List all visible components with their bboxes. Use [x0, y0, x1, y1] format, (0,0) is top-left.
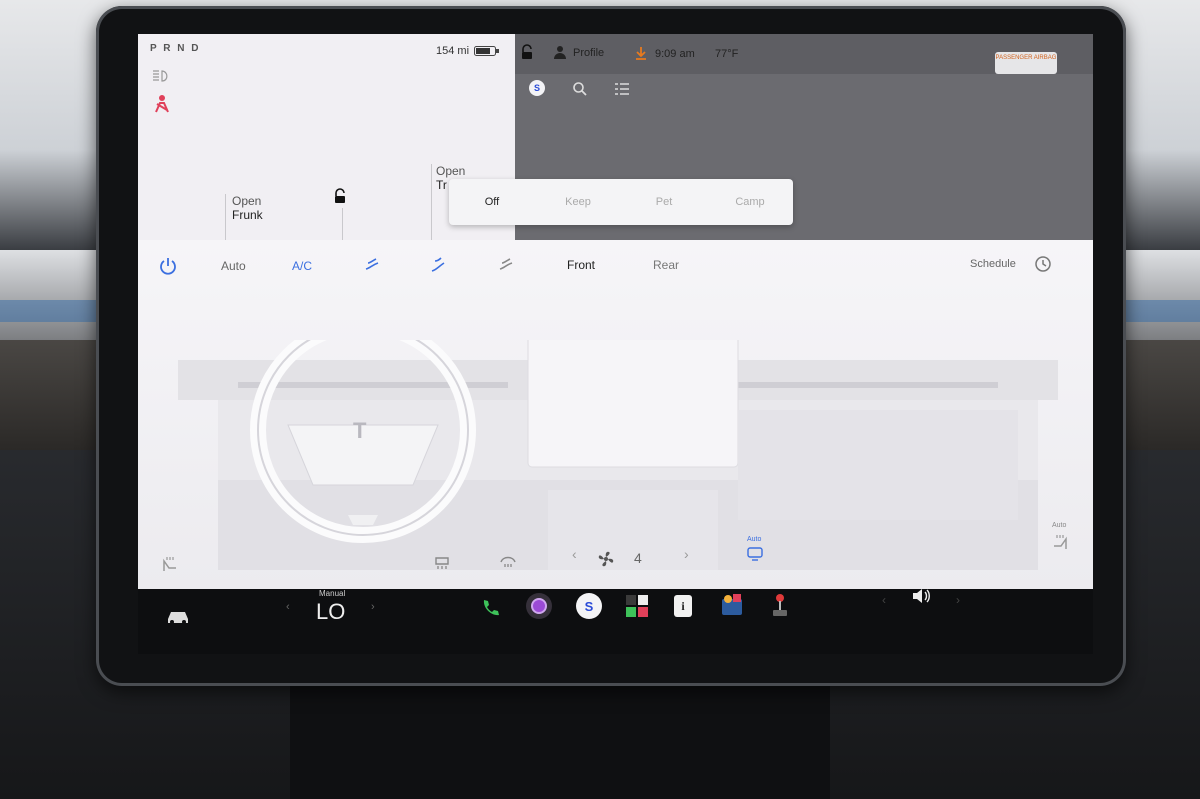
passenger-airbag-badge: PASSENGER AIRBAG	[995, 52, 1057, 74]
spotify-app-icon[interactable]: S	[576, 593, 602, 619]
lock-icon[interactable]	[332, 188, 348, 204]
fan-level: 4	[634, 550, 642, 566]
clock-icon[interactable]	[1034, 255, 1052, 273]
profile-label[interactable]: Profile	[573, 47, 604, 59]
volume-increase-chevron[interactable]: ›	[956, 593, 960, 607]
mode-keep-button[interactable]: Keep	[535, 179, 621, 225]
trunk-label[interactable]: Tr	[436, 178, 447, 192]
headlights-icon	[150, 68, 172, 84]
taskbar: ‹ Manual LO › S i ‹ ›	[138, 589, 1093, 654]
ac-button[interactable]: A/C	[292, 259, 312, 273]
status-bar: Profile 9:09 am 77°F PASSENGER AIRBAG	[515, 34, 1093, 74]
temp-increase-chevron[interactable]: ›	[371, 601, 375, 613]
seat-heater-right-icon[interactable]	[1050, 532, 1070, 552]
car-icon[interactable]	[164, 605, 192, 627]
temp-decrease-chevron[interactable]: ‹	[286, 601, 290, 613]
schedule-button[interactable]: Schedule	[970, 258, 1016, 270]
arcade-app-icon[interactable]	[766, 591, 794, 619]
svg-text:T: T	[353, 418, 367, 443]
mode-off-button[interactable]: Off	[449, 179, 535, 225]
download-icon[interactable]	[635, 46, 647, 60]
toybox-app-icon[interactable]	[718, 591, 746, 619]
climate-panel: Auto A/C Front Rear Schedule T ‹ 4 › Aut…	[138, 240, 1093, 589]
climate-mode-popup: Off Keep Pet Camp	[449, 179, 793, 225]
manual-app-icon[interactable]: i	[670, 593, 696, 619]
profile-icon[interactable]	[553, 44, 567, 60]
volume-icon[interactable]	[909, 585, 933, 607]
front-defrost-icon[interactable]	[498, 550, 518, 570]
rear-tab[interactable]: Rear	[653, 258, 679, 272]
camera-icon[interactable]	[526, 593, 552, 619]
mode-pet-button[interactable]: Pet	[621, 179, 707, 225]
search-icon[interactable]	[571, 80, 589, 98]
screen-stand	[290, 680, 830, 799]
unlock-icon[interactable]	[519, 44, 535, 60]
auto-button[interactable]: Auto	[221, 259, 246, 273]
airflow-face-icon[interactable]	[362, 256, 382, 276]
cabin-temp-value[interactable]: LO	[316, 599, 345, 625]
trunk-open-label[interactable]: Open	[436, 164, 465, 178]
seat-heater-left-icon[interactable]	[160, 554, 180, 574]
seatbelt-warning-icon	[152, 94, 172, 114]
battery-icon	[474, 46, 500, 56]
outside-temp: 77°F	[715, 48, 739, 60]
frunk-label[interactable]: Frunk	[232, 208, 263, 222]
cabin-illustration: T	[178, 340, 1058, 570]
spotify-search-icon[interactable]: S	[529, 80, 545, 96]
queue-icon[interactable]	[613, 80, 631, 98]
controls-app-icon[interactable]	[624, 593, 650, 619]
phone-icon[interactable]	[477, 595, 503, 621]
power-icon[interactable]	[158, 256, 178, 276]
recirculate-icon[interactable]	[746, 546, 764, 562]
fan-icon	[596, 549, 616, 569]
airflow-feet-icon[interactable]	[428, 256, 448, 276]
range-readout: 154 mi	[436, 45, 470, 57]
touchscreen: P R N D 154 mi Open Frunk Open Tr S Prof…	[138, 34, 1093, 589]
rear-defrost-icon[interactable]	[432, 552, 452, 572]
front-tab[interactable]: Front	[567, 258, 595, 272]
seat-heater-auto-label: Auto	[1052, 522, 1067, 529]
temp-mode-label: Manual	[319, 589, 346, 598]
gear-indicator: P R N D	[150, 43, 201, 54]
recirculate-auto-label: Auto	[747, 536, 762, 543]
frunk-open-label[interactable]: Open	[232, 194, 261, 208]
airflow-defrost-icon[interactable]	[496, 256, 516, 276]
fan-decrease-chevron[interactable]: ‹	[572, 546, 577, 562]
fan-increase-chevron[interactable]: ›	[684, 546, 689, 562]
clock: 9:09 am	[655, 48, 695, 60]
mode-camp-button[interactable]: Camp	[707, 179, 793, 225]
volume-decrease-chevron[interactable]: ‹	[882, 593, 886, 607]
